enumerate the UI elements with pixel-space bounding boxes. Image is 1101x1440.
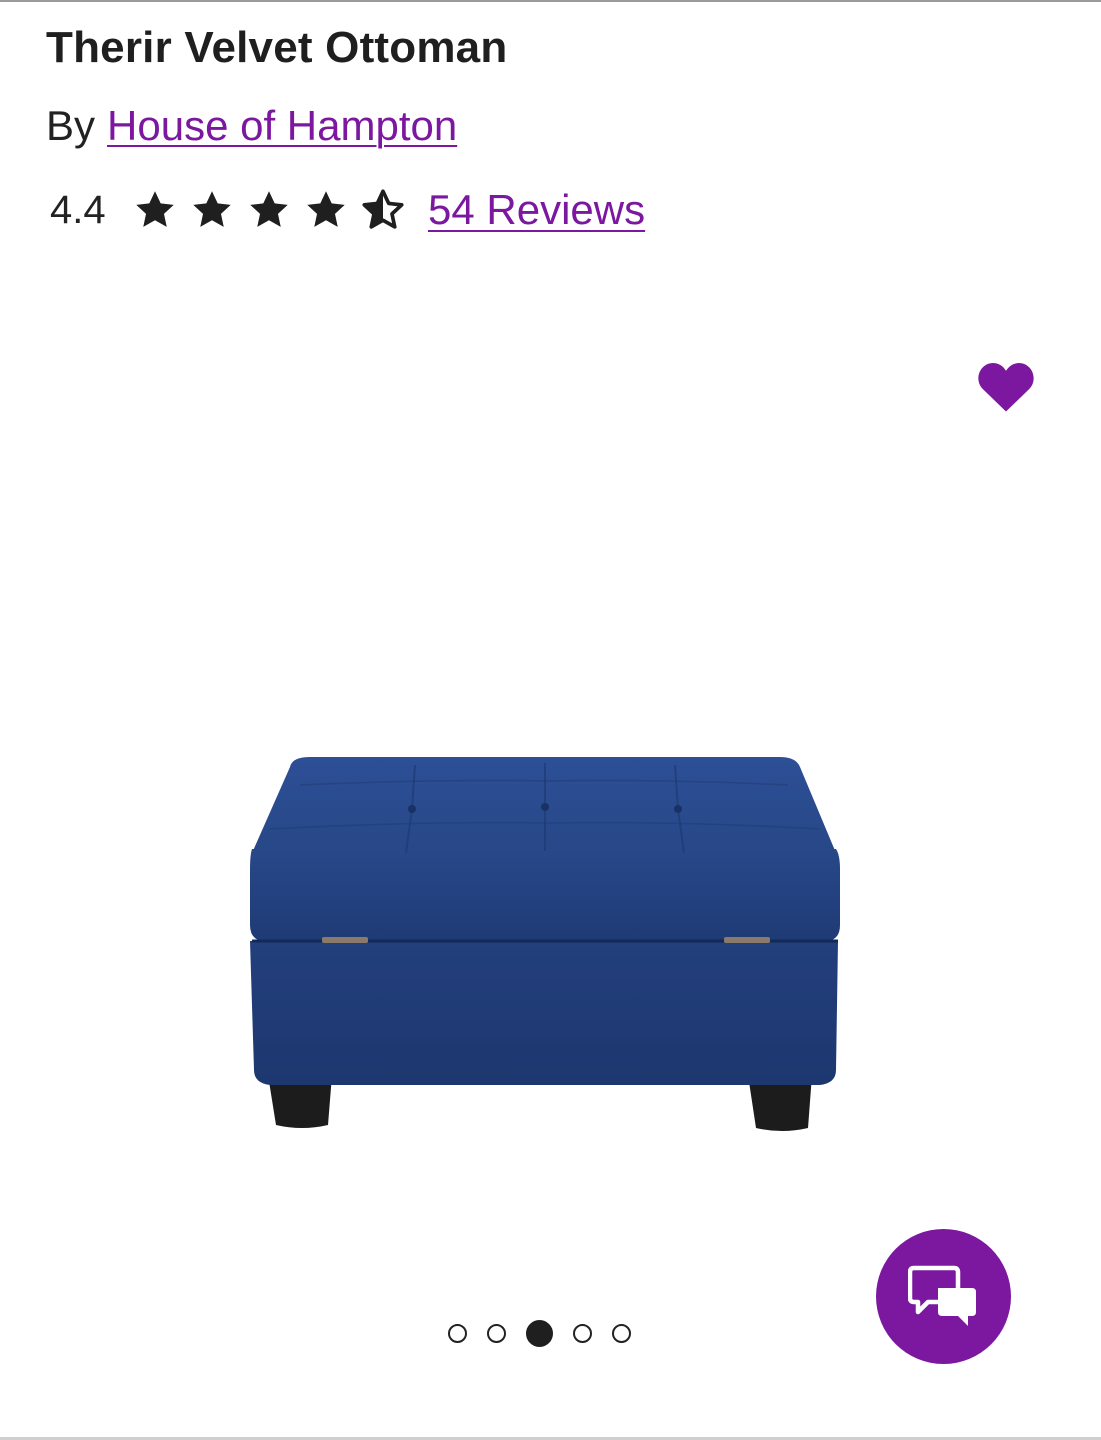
rating-value: 4.4 (50, 187, 106, 232)
star-half-icon (360, 188, 406, 232)
top-divider (0, 0, 1101, 2)
brand-byline: By House of Hampton (46, 100, 457, 152)
chat-button[interactable] (876, 1229, 1011, 1364)
star-icon (132, 188, 178, 232)
star-icon (303, 188, 349, 232)
favorite-button[interactable] (972, 352, 1040, 420)
chat-bubbles-icon (907, 1265, 976, 1326)
by-label: By (46, 102, 96, 149)
heart-icon (978, 363, 1034, 412)
rating-row: 4.4 54 Reviews (50, 184, 645, 236)
product-title: Therir Velvet Ottoman (46, 23, 508, 72)
brand-link[interactable]: House of Hampton (107, 102, 457, 149)
carousel-dot[interactable] (448, 1324, 467, 1343)
ottoman-image (250, 757, 840, 1131)
carousel-dots (448, 1320, 631, 1347)
star-icon (189, 188, 235, 232)
carousel-dot[interactable] (612, 1324, 631, 1343)
star-rating (132, 188, 406, 232)
star-icon (246, 188, 292, 232)
reviews-link[interactable]: 54 Reviews (428, 186, 645, 234)
carousel-dot-active[interactable] (526, 1320, 553, 1347)
carousel-dot[interactable] (573, 1324, 592, 1343)
product-image[interactable] (240, 745, 850, 1140)
carousel-dot[interactable] (487, 1324, 506, 1343)
